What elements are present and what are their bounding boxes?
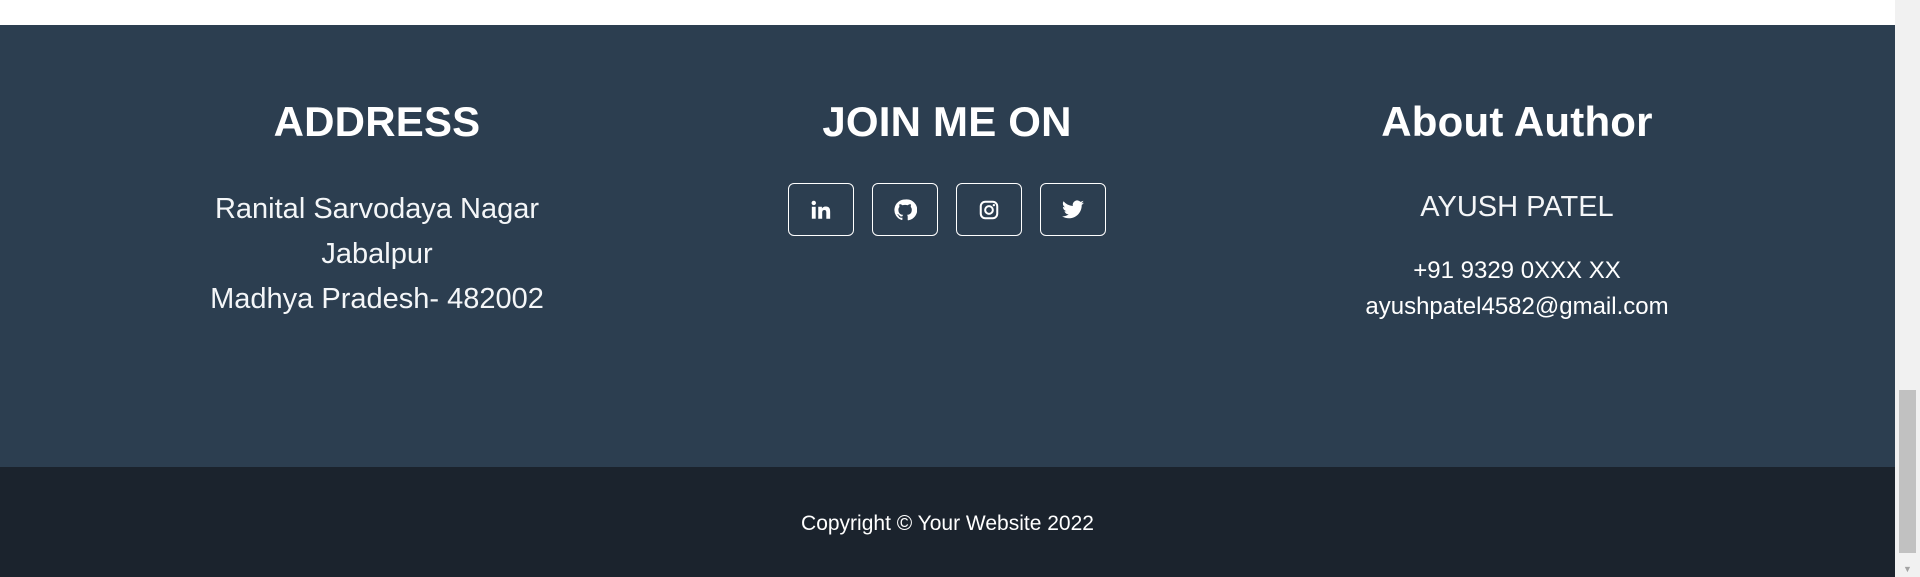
address-lines: Ranital Sarvodaya Nagar Jabalpur Madhya … bbox=[97, 187, 657, 322]
linkedin-icon bbox=[811, 200, 831, 219]
address-line-street: Ranital Sarvodaya Nagar bbox=[214, 193, 539, 225]
social-heading: JOIN ME ON bbox=[822, 98, 1072, 145]
github-icon bbox=[894, 198, 917, 220]
github-button[interactable] bbox=[872, 183, 938, 236]
footer-main: ADDRESS Ranital Sarvodaya Nagar Jabalpur… bbox=[0, 25, 1895, 467]
author-contact: +91 9329 0XXX XX ayushpatel4582@gmail.co… bbox=[1237, 253, 1797, 325]
author-phone: +91 9329 0XXX XX bbox=[1413, 257, 1621, 284]
instagram-icon bbox=[979, 200, 999, 219]
author-email: ayushpatel4582@gmail.com bbox=[1365, 293, 1669, 320]
linkedin-button[interactable] bbox=[788, 183, 854, 236]
author-heading: About Author bbox=[1381, 98, 1653, 145]
page-top-strip bbox=[0, 0, 1895, 25]
author-name: AYUSH PATEL bbox=[1420, 191, 1614, 223]
page: ADDRESS Ranital Sarvodaya Nagar Jabalpur… bbox=[0, 0, 1920, 577]
instagram-button[interactable] bbox=[956, 183, 1022, 236]
twitter-button[interactable] bbox=[1040, 183, 1106, 236]
scroll-down-arrow-icon[interactable]: ▼ bbox=[1895, 560, 1920, 577]
twitter-icon bbox=[1062, 199, 1084, 218]
social-links bbox=[667, 183, 1227, 236]
copyright-text: Copyright © Your Website 2022 bbox=[801, 512, 1094, 535]
address-heading: ADDRESS bbox=[273, 98, 481, 145]
vertical-scrollbar[interactable]: ▼ bbox=[1895, 0, 1920, 577]
footer-bottom: Copyright © Your Website 2022 bbox=[0, 467, 1895, 577]
scrollbar-thumb[interactable] bbox=[1899, 390, 1916, 553]
address-line-state: Madhya Pradesh- 482002 bbox=[210, 283, 544, 315]
address-line-city: Jabalpur bbox=[321, 238, 433, 270]
